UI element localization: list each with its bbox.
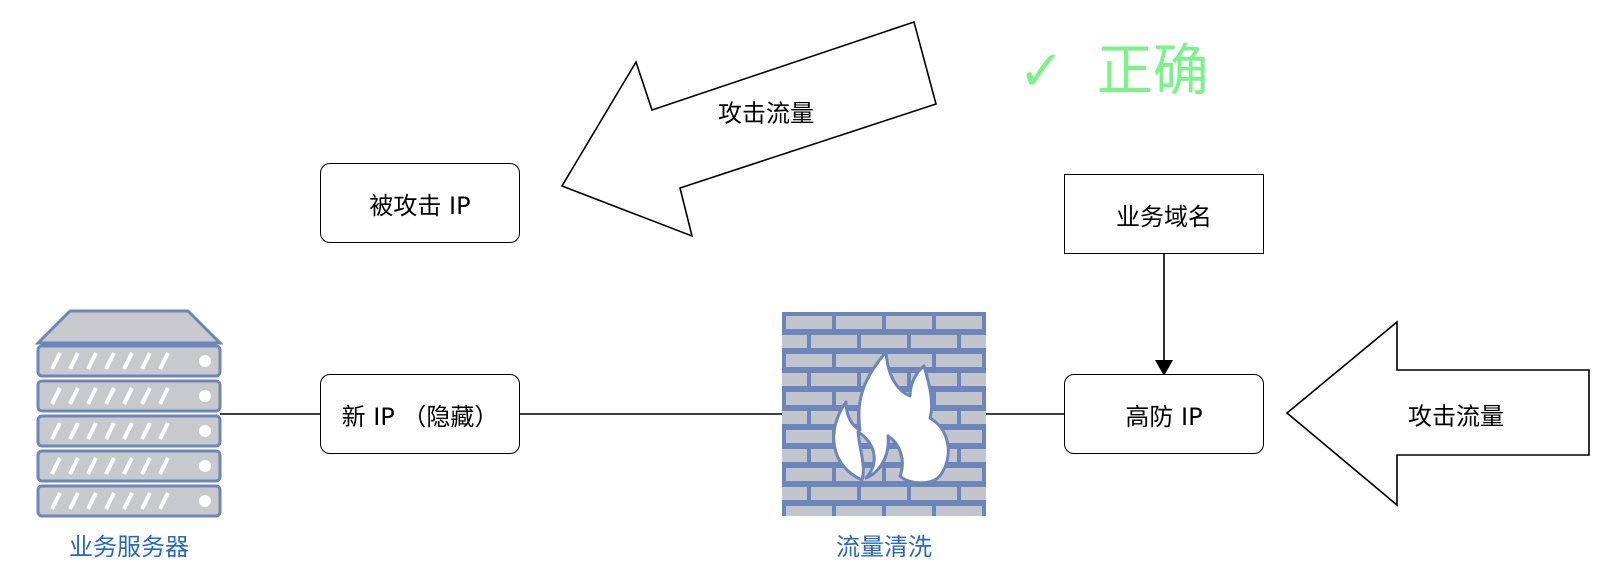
correct-verdict: ✓ 正确 [1018, 44, 1209, 100]
traffic-scrubbing-caption: 流量清洗 [836, 533, 932, 561]
high-defense-ip-box: 高防 IP [1064, 374, 1264, 454]
server-unit [36, 449, 222, 483]
brick [886, 316, 932, 329]
brick [961, 335, 986, 348]
brick [861, 335, 907, 348]
brick [936, 354, 982, 367]
brick [782, 449, 807, 462]
brick [961, 411, 986, 424]
brick [786, 506, 832, 516]
brick [861, 487, 907, 500]
brick [936, 506, 982, 516]
business-server-caption: 业务服务器 [69, 533, 189, 561]
brick [836, 506, 882, 516]
new-ip-box: 新 IP （隐藏） [320, 374, 520, 454]
brick [786, 468, 832, 481]
attack-traffic-top-label: 攻击流量 [718, 99, 814, 128]
attacked-ip-label: 被攻击 IP [369, 191, 471, 220]
brick [936, 316, 982, 329]
brick [786, 316, 832, 329]
check-mark-icon: ✓ [1018, 39, 1065, 104]
firewall-icon [782, 312, 986, 516]
brick [782, 373, 807, 386]
new-ip-label: 新 IP （隐藏） [341, 402, 499, 431]
server-unit [36, 414, 222, 448]
brick [786, 392, 832, 405]
brick [786, 430, 832, 443]
business-domain-box: 业务域名 [1064, 174, 1264, 254]
brick [811, 335, 857, 348]
diagram-canvas [34, 20, 1590, 518]
brick [786, 354, 832, 367]
attack-arrow-top-shape [560, 20, 937, 238]
server-unit [36, 344, 222, 378]
brick [961, 373, 986, 386]
attack-traffic-right-label: 攻击流量 [1408, 402, 1504, 431]
business-domain-label: 业务域名 [1116, 202, 1212, 231]
high-defense-ip-label: 高防 IP [1125, 402, 1203, 431]
brick [782, 487, 807, 500]
brick [961, 487, 986, 500]
server-unit [36, 484, 222, 518]
brick [961, 449, 986, 462]
brick [911, 335, 957, 348]
brick [886, 506, 932, 516]
brick [782, 411, 807, 424]
brick [782, 335, 807, 348]
verdict-label: 正确 [1096, 39, 1209, 104]
brick [836, 316, 882, 329]
server-rack-icon [34, 309, 224, 518]
brick [936, 392, 982, 405]
brick [811, 373, 857, 386]
server-unit [36, 379, 222, 413]
attacked-ip-box: 被攻击 IP [320, 163, 520, 243]
brick [911, 487, 957, 500]
brick [811, 487, 857, 500]
